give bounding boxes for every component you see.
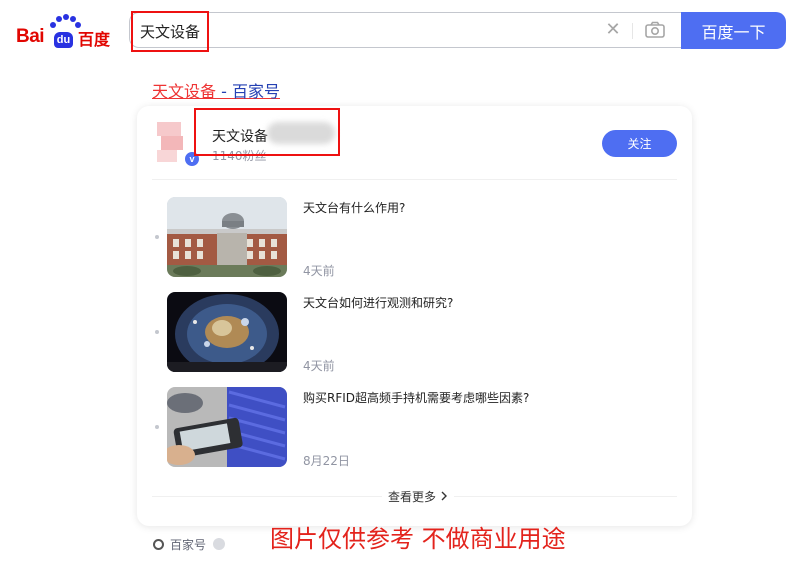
clear-icon[interactable]: ✕ — [604, 21, 622, 39]
more-icon[interactable] — [213, 538, 226, 550]
result-title-separator: - — [216, 82, 232, 101]
article-title[interactable]: 购买RFID超高频手持机需要考虑哪些因素? — [303, 389, 529, 406]
result-title-main: 天文设备 — [152, 82, 217, 101]
bullet-dot — [155, 425, 159, 429]
chevron-right-icon — [440, 490, 448, 504]
article-time: 4天前 — [303, 359, 335, 373]
bullet-dot — [155, 235, 159, 239]
follow-button[interactable]: 关注 — [602, 130, 677, 157]
paw-dot — [50, 22, 56, 28]
article-thumbnail[interactable] — [167, 292, 287, 372]
list-item[interactable]: 天文台有什么作用? 4天前 — [155, 197, 675, 279]
result-title-link[interactable]: 天文设备 - 百家号 — [152, 78, 280, 102]
list-item[interactable]: 天文台如何进行观测和研究? 4天前 — [155, 292, 675, 374]
search-box[interactable]: ✕ — [129, 12, 681, 48]
paw-dot — [70, 16, 76, 22]
paw-dot — [63, 14, 69, 20]
result-card: v 天文设备 1140粉丝 关注 天文台有什么作用? 4天前 天文台如何进行观测… — [137, 106, 692, 526]
article-thumbnail[interactable] — [167, 387, 287, 467]
search-button[interactable]: 百度一下 — [681, 12, 786, 49]
article-title[interactable]: 天文台有什么作用? — [303, 199, 405, 216]
logo-text-chinese: 百度 — [78, 30, 111, 49]
card-divider — [152, 179, 677, 180]
article-time: 8月22日 — [303, 454, 350, 468]
author-name[interactable]: 天文设备 — [212, 126, 268, 146]
baijiahao-icon — [153, 538, 164, 550]
article-thumbnail[interactable] — [167, 197, 287, 277]
camera-icon[interactable] — [644, 21, 666, 39]
list-item[interactable]: 购买RFID超高频手持机需要考虑哪些因素? 8月22日 — [155, 387, 675, 469]
verified-icon: v — [183, 150, 201, 168]
logo-text-latin: Bai — [16, 26, 45, 47]
result-title-source: 百家号 — [231, 82, 280, 101]
source-row[interactable]: 百家号 — [153, 535, 226, 553]
blurred-name-suffix — [267, 122, 335, 144]
search-divider — [632, 23, 633, 39]
watermark-text: 图片仅供参考 不做商业用途 — [270, 525, 566, 553]
baidu-logo[interactable]: Bai du 百度 — [16, 14, 116, 49]
article-time: 4天前 — [303, 264, 335, 278]
view-more-label: 查看更多 — [388, 490, 437, 504]
author-fans-count: 1140粉丝 — [212, 149, 267, 163]
paw-dot — [56, 16, 62, 22]
bullet-dot — [155, 330, 159, 334]
logo-paw-du: du — [54, 32, 73, 48]
view-more-link[interactable]: 查看更多 — [382, 488, 454, 505]
search-input[interactable] — [140, 20, 520, 42]
source-name: 百家号 — [170, 537, 207, 552]
article-title[interactable]: 天文台如何进行观测和研究? — [303, 294, 453, 311]
